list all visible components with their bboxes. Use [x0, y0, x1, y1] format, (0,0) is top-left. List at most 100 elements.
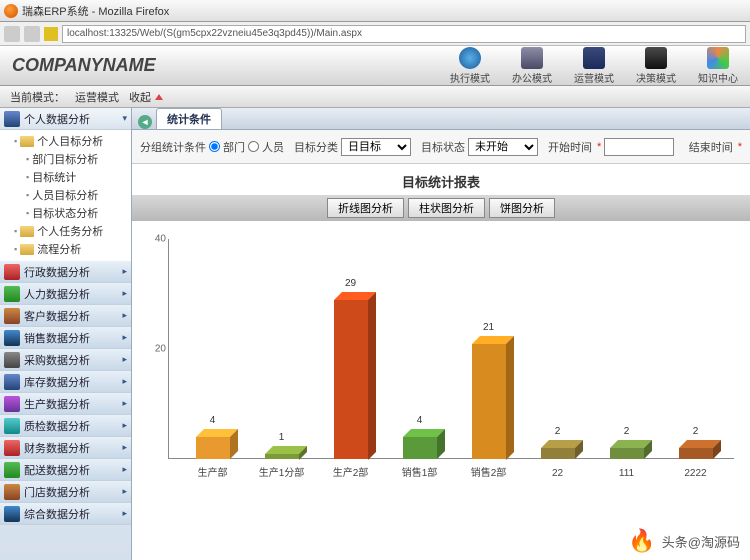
- sidebar-module[interactable]: 综合数据分析▸: [0, 503, 131, 525]
- sidebar-module[interactable]: 采购数据分析▸: [0, 349, 131, 371]
- bars-container: 4生产部1生产1分部29生产2部4销售1部21销售2部222211122222: [178, 239, 730, 459]
- tab-stats[interactable]: 统计条件: [156, 108, 222, 129]
- page-icon: [44, 27, 58, 41]
- filter-start-label: 开始时间: [548, 139, 592, 155]
- nav-knowledge[interactable]: 知识中心: [698, 47, 738, 85]
- filter-state-label: 目标状态: [421, 139, 465, 155]
- bar-label: 销售2部: [454, 464, 523, 479]
- bar: 4销售1部: [385, 437, 454, 459]
- chart-type-tabs: 折线图分析 柱状图分析 饼图分析: [132, 195, 750, 221]
- tree-node-sibling[interactable]: 个人任务分析: [14, 222, 131, 240]
- radio-person[interactable]: [248, 141, 259, 152]
- tree-node[interactable]: 人员目标分析: [26, 186, 131, 204]
- bar: 4生产部: [178, 437, 247, 459]
- module-icon: [4, 418, 20, 434]
- bar-value: 4: [196, 415, 230, 426]
- folder-icon: [20, 244, 34, 255]
- nav-operate-mode[interactable]: 运营模式: [574, 47, 614, 85]
- tree-node-sibling[interactable]: 流程分析: [14, 240, 131, 258]
- bar-label: 生产部: [178, 464, 247, 479]
- mode-label: 当前模式：: [10, 89, 65, 105]
- chevron-right-icon: ▸: [122, 442, 127, 453]
- bar-value: 4: [403, 415, 437, 426]
- collapse-toggle[interactable]: 收起: [129, 89, 163, 105]
- module-icon: [4, 462, 20, 478]
- tab-pie-chart[interactable]: 饼图分析: [489, 198, 555, 218]
- select-state[interactable]: 未开始: [468, 138, 538, 156]
- knowledge-icon: [707, 47, 729, 69]
- folder-icon: [20, 136, 34, 147]
- tree-node-root[interactable]: 个人目标分析: [14, 132, 131, 150]
- chevron-right-icon: ▸: [122, 508, 127, 519]
- module-icon: [4, 396, 20, 412]
- sidebar-module[interactable]: 财务数据分析▸: [0, 437, 131, 459]
- module-icon: [4, 352, 20, 368]
- bar: 2111: [592, 448, 661, 459]
- y-tick: 40: [140, 234, 166, 245]
- input-start-time[interactable]: [604, 138, 674, 156]
- bar: 222: [523, 448, 592, 459]
- radio-dept[interactable]: [209, 141, 220, 152]
- user-icon: [4, 111, 20, 127]
- chart-plot: 4020 4生产部1生产1分部29生产2部4销售1部21销售2部22221112…: [140, 229, 742, 489]
- module-icon: [4, 286, 20, 302]
- bar-value: 2: [541, 426, 575, 437]
- bar-label: 111: [592, 468, 661, 479]
- chevron-right-icon: ▸: [122, 420, 127, 431]
- bar-label: 22: [523, 468, 592, 479]
- sidebar-module[interactable]: 行政数据分析▸: [0, 261, 131, 283]
- nav-decision-mode[interactable]: 决策模式: [636, 47, 676, 85]
- select-category[interactable]: 日目标: [341, 138, 411, 156]
- bar-label: 销售1部: [385, 464, 454, 479]
- content-area: ◄ 统计条件 分组统计条件 部门 人员 目标分类 日目标 目标状态 未开始 开始…: [132, 108, 750, 560]
- app-header: COMPANYNAME 执行模式 办公模式 运营模式 决策模式 知识中心: [0, 46, 750, 86]
- back-button[interactable]: [4, 26, 20, 42]
- module-icon: [4, 440, 20, 456]
- arrow-up-icon: [155, 94, 163, 100]
- decision-icon: [645, 47, 667, 69]
- url-input[interactable]: localhost:13325/Web/(S(gm5cpx22vzneiu45e…: [62, 25, 746, 43]
- address-bar: localhost:13325/Web/(S(gm5cpx22vzneiu45e…: [0, 22, 750, 46]
- nav-office-mode[interactable]: 办公模式: [512, 47, 552, 85]
- sidebar-module[interactable]: 质检数据分析▸: [0, 415, 131, 437]
- bar-label: 2222: [661, 468, 730, 479]
- bar-label: 生产1分部: [247, 464, 316, 479]
- sidebar-module[interactable]: 销售数据分析▸: [0, 327, 131, 349]
- tree-node[interactable]: 部门目标分析: [26, 150, 131, 168]
- sidebar-module[interactable]: 库存数据分析▸: [0, 371, 131, 393]
- filter-end-label: 结束时间: [689, 139, 733, 155]
- sidebar-module[interactable]: 生产数据分析▸: [0, 393, 131, 415]
- brand-logo: COMPANYNAME: [12, 55, 450, 76]
- filter-group: 分组统计条件 部门 人员: [140, 139, 284, 155]
- office-icon: [521, 47, 543, 69]
- window-titlebar: 瑞森ERP系统 - Mozilla Firefox: [0, 0, 750, 22]
- flame-icon: 🔥: [628, 528, 655, 554]
- sidebar-item-personal[interactable]: 个人数据分析▾: [0, 108, 131, 130]
- module-icon: [4, 308, 20, 324]
- chevron-right-icon: ▸: [122, 376, 127, 387]
- tab-bar-chart[interactable]: 柱状图分析: [408, 198, 485, 218]
- chart-panel: 目标统计报表 折线图分析 柱状图分析 饼图分析 4020 4生产部1生产1分部2…: [132, 164, 750, 560]
- filter-cat-label: 目标分类: [294, 139, 338, 155]
- sidebar-module[interactable]: 配送数据分析▸: [0, 459, 131, 481]
- folder-icon: [20, 226, 34, 237]
- tab-back-button[interactable]: ◄: [138, 115, 152, 129]
- module-icon: [4, 484, 20, 500]
- sidebar-module[interactable]: 客户数据分析▸: [0, 305, 131, 327]
- tree-node[interactable]: 目标状态分析: [26, 204, 131, 222]
- nav-exec-mode[interactable]: 执行模式: [450, 47, 490, 85]
- sidebar-module[interactable]: 门店数据分析▸: [0, 481, 131, 503]
- tab-bar: ◄ 统计条件: [132, 108, 750, 130]
- sidebar-module[interactable]: 人力数据分析▸: [0, 283, 131, 305]
- tab-line-chart[interactable]: 折线图分析: [327, 198, 404, 218]
- chart-title: 目标统计报表: [140, 172, 742, 191]
- tree-node[interactable]: 目标统计: [26, 168, 131, 186]
- y-tick: 20: [140, 344, 166, 355]
- module-icon: [4, 506, 20, 522]
- bar-value: 2: [610, 426, 644, 437]
- forward-button[interactable]: [24, 26, 40, 42]
- mode-statusbar: 当前模式： 运营模式 收起: [0, 86, 750, 108]
- y-axis: [168, 239, 169, 459]
- bar-label: 生产2部: [316, 464, 385, 479]
- bar: 29生产2部: [316, 300, 385, 460]
